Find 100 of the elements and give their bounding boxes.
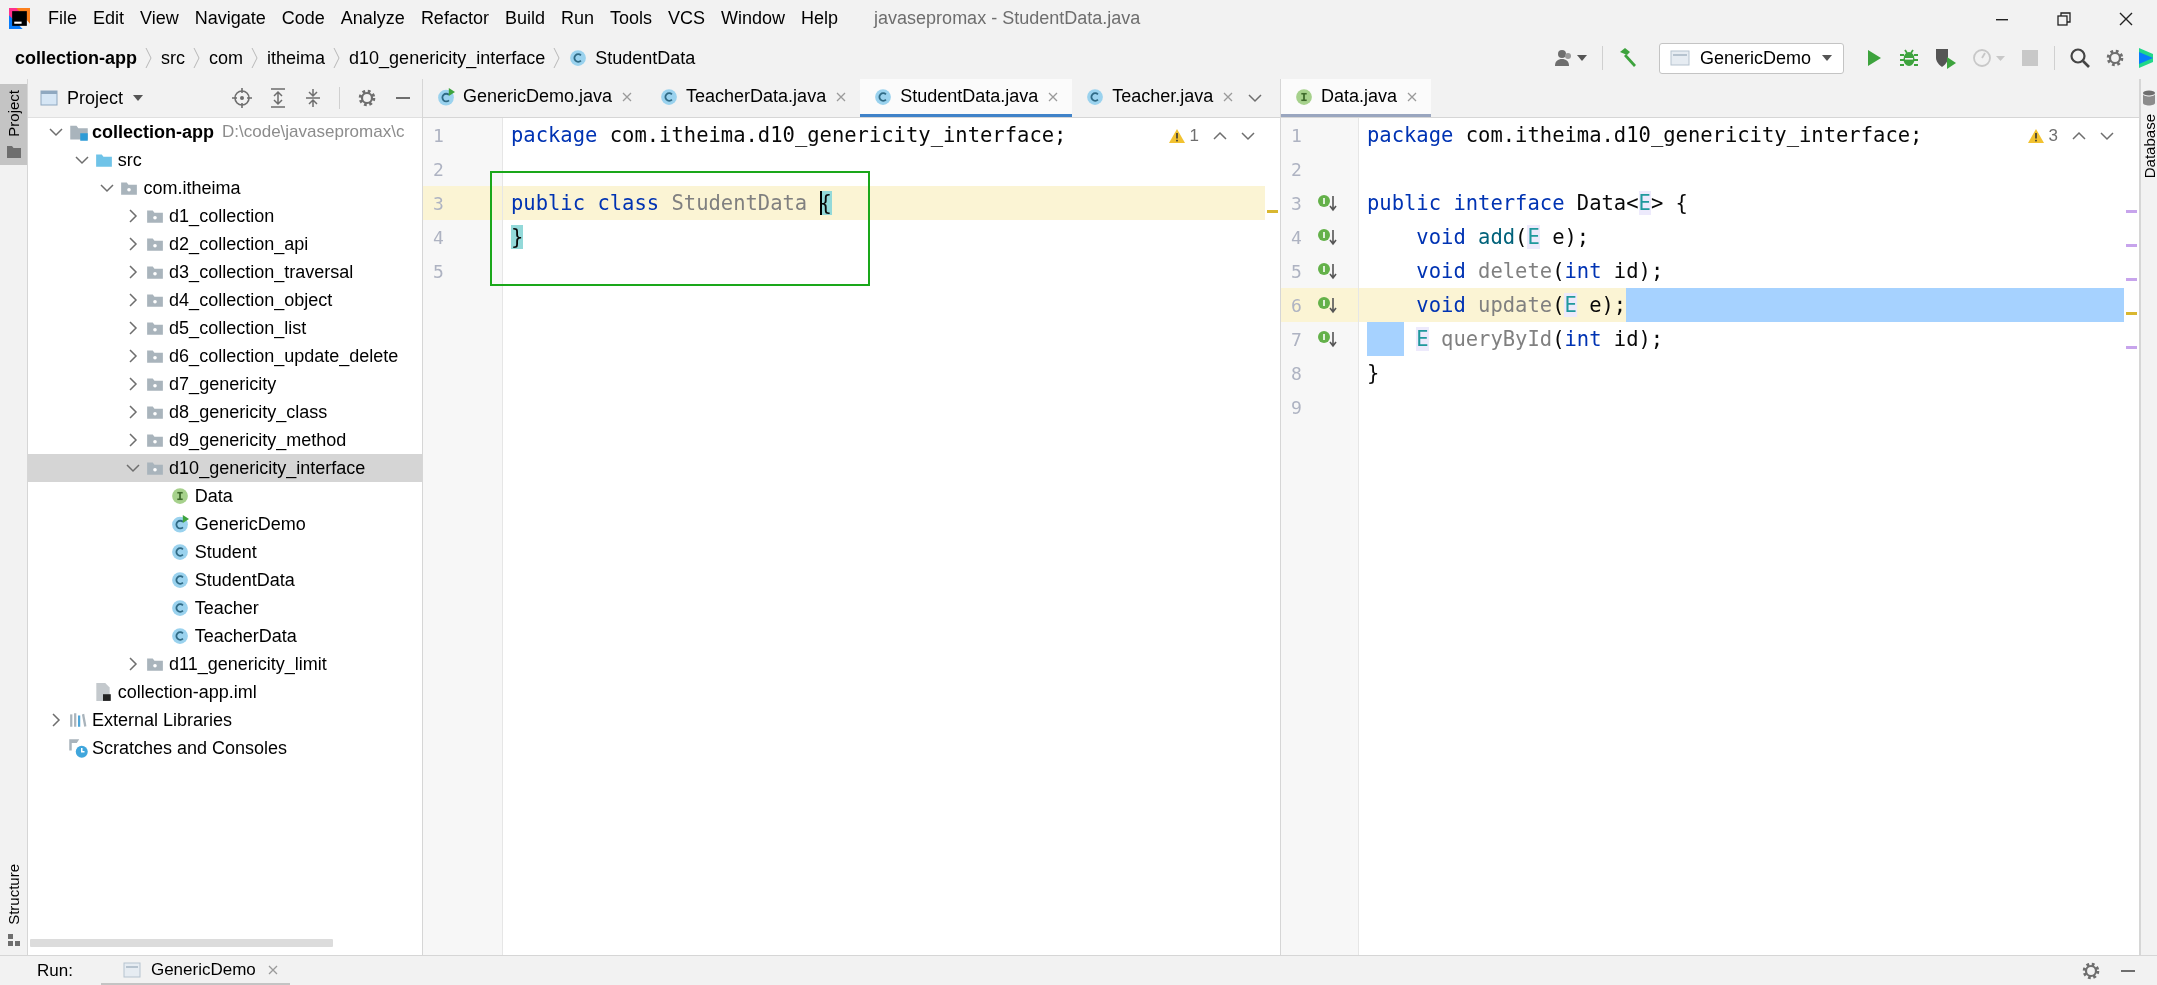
- line-number: 4: [433, 226, 445, 248]
- code-line: }: [1367, 361, 1380, 385]
- warning-count[interactable]: 1: [1167, 126, 1199, 146]
- tree-item[interactable]: d3_collection_traversal: [28, 258, 422, 286]
- scrollbar[interactable]: [30, 939, 333, 947]
- tree-item[interactable]: Data: [28, 482, 422, 510]
- line-number: 6: [1291, 294, 1303, 316]
- menu-item[interactable]: Edit: [85, 8, 133, 29]
- tree-item[interactable]: External Libraries: [28, 706, 422, 734]
- breadcrumb[interactable]: src: [161, 47, 185, 69]
- implemented-method-icon[interactable]: [1317, 329, 1337, 349]
- menu-item[interactable]: Run: [552, 8, 602, 29]
- tree-item[interactable]: d7_genericity: [28, 370, 422, 398]
- tab-list-icon[interactable]: [1248, 93, 1262, 103]
- package-icon: [119, 179, 140, 197]
- line-number: 1: [433, 124, 445, 146]
- editor-tab[interactable]: GenericDemo.java: [423, 79, 647, 117]
- settings-icon[interactable]: [2105, 48, 2125, 68]
- class-icon: [660, 87, 679, 106]
- code-line: void add(E e);: [1416, 225, 1590, 249]
- menu-item[interactable]: File: [40, 8, 85, 29]
- search-icon[interactable]: [2069, 47, 2091, 69]
- tree-item[interactable]: d5_collection_list: [28, 314, 422, 342]
- tree-item[interactable]: d6_collection_update_delete: [28, 342, 422, 370]
- menu-item[interactable]: Build: [496, 8, 553, 29]
- warning-count[interactable]: 3: [2026, 126, 2058, 146]
- menu-item[interactable]: Refactor: [412, 8, 497, 29]
- previous-highlight-icon[interactable]: [2072, 131, 2086, 141]
- menu-item[interactable]: View: [132, 8, 187, 29]
- menu-item[interactable]: Code: [273, 8, 333, 29]
- coverage-icon[interactable]: [1934, 47, 1958, 69]
- tool-window-tab[interactable]: Database: [2141, 84, 2157, 185]
- breadcrumb[interactable]: d10_genericity_interface: [349, 47, 546, 69]
- locate-icon[interactable]: [232, 88, 252, 108]
- menu-item[interactable]: VCS: [660, 8, 713, 29]
- tree-item[interactable]: collection-app.iml: [28, 678, 422, 706]
- tree-item[interactable]: d11_genericity_limit: [28, 650, 422, 678]
- database-icon[interactable]: [2142, 90, 2156, 106]
- tree-item[interactable]: d4_collection_object: [28, 286, 422, 314]
- next-highlight-icon[interactable]: [2100, 131, 2114, 141]
- plugin-logo-icon[interactable]: [2139, 46, 2153, 70]
- implemented-method-icon[interactable]: [1317, 193, 1337, 213]
- breadcrumb-separator-icon: [553, 46, 562, 70]
- view-selector[interactable]: Project: [40, 87, 145, 109]
- error-stripe-mark: [2126, 278, 2137, 281]
- user-icon[interactable]: [1553, 48, 1574, 68]
- tree-item[interactable]: src: [28, 146, 422, 174]
- breadcrumb[interactable]: collection-app: [15, 47, 137, 69]
- tree-item[interactable]: collection-app D:\code\javasepromax\c: [28, 118, 422, 146]
- editor-tab[interactable]: Teacher.java: [1072, 79, 1248, 117]
- menu-item[interactable]: Window: [713, 8, 794, 29]
- class-icon: [170, 543, 189, 561]
- package-icon: [145, 403, 166, 421]
- tool-window-tab[interactable]: Project: [0, 84, 27, 165]
- tree-item[interactable]: Teacher: [28, 594, 422, 622]
- tree-item[interactable]: d1_collection: [28, 202, 422, 230]
- tree-item[interactable]: d9_genericity_method: [28, 426, 422, 454]
- settings-icon[interactable]: [2081, 961, 2101, 981]
- run-tab[interactable]: GenericDemo: [100, 956, 290, 985]
- tree-item[interactable]: GenericDemo: [28, 510, 422, 538]
- run-configuration-dropdown[interactable]: GenericDemo: [1658, 42, 1844, 74]
- line-number: 2: [1291, 158, 1303, 180]
- error-stripe-mark: [2126, 312, 2137, 315]
- editor-tab[interactable]: TeacherData.java: [646, 79, 861, 117]
- tree-item[interactable]: Student: [28, 538, 422, 566]
- restore-window-icon[interactable]: [2055, 9, 2073, 28]
- tree-item[interactable]: TeacherData: [28, 622, 422, 650]
- package-icon: [145, 347, 166, 365]
- menu-item[interactable]: Tools: [601, 8, 660, 29]
- tree-item[interactable]: d10_genericity_interface: [28, 454, 422, 482]
- breadcrumb[interactable]: StudentData: [595, 47, 696, 69]
- tree-item[interactable]: d2_collection_api: [28, 230, 422, 258]
- tree-item[interactable]: Scratches and Consoles: [28, 734, 422, 762]
- collapse-all-icon[interactable]: [304, 88, 322, 108]
- breadcrumb[interactable]: itheima: [267, 47, 326, 69]
- menu-item[interactable]: Help: [793, 8, 847, 29]
- implemented-method-icon[interactable]: [1317, 261, 1337, 281]
- line-number: 7: [1291, 328, 1303, 350]
- settings-icon[interactable]: [357, 88, 377, 108]
- structure-icon[interactable]: [6, 933, 21, 947]
- tree-item[interactable]: StudentData: [28, 566, 422, 594]
- implemented-method-icon[interactable]: [1317, 227, 1337, 247]
- expand-all-icon[interactable]: [269, 88, 287, 108]
- implemented-method-icon[interactable]: [1317, 295, 1337, 315]
- folder-icon[interactable]: [5, 144, 22, 159]
- breadcrumb-separator-icon: [145, 46, 153, 70]
- editor-tab[interactable]: StudentData.java: [860, 79, 1073, 117]
- next-highlight-icon[interactable]: [1241, 131, 1255, 141]
- app-logo-icon: [9, 8, 30, 29]
- package-icon: [145, 235, 166, 253]
- breadcrumb[interactable]: com: [209, 47, 244, 69]
- menu-item[interactable]: Analyze: [332, 8, 413, 29]
- previous-highlight-icon[interactable]: [1213, 131, 1227, 141]
- menu-item[interactable]: Navigate: [186, 8, 274, 29]
- tree-item[interactable]: d8_genericity_class: [28, 398, 422, 426]
- tool-window-tab[interactable]: Structure: [0, 858, 27, 953]
- editor-tab[interactable]: Data.java: [1281, 79, 1432, 117]
- breadcrumb-separator-icon: [333, 46, 342, 70]
- tree-item[interactable]: com.itheima: [28, 174, 422, 202]
- debug-icon[interactable]: [1898, 47, 1920, 69]
